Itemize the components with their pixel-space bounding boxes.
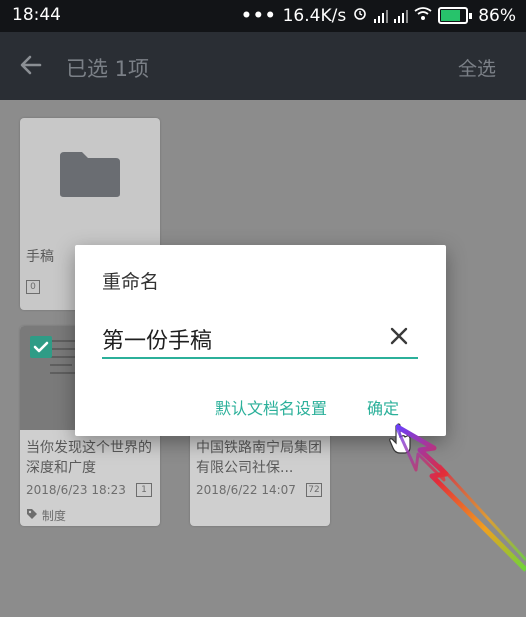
signal-icon	[374, 9, 389, 23]
battery-percent: 86%	[478, 5, 516, 26]
alarm-icon	[352, 5, 368, 26]
folder-icon	[58, 150, 122, 198]
dialog-title: 重命名	[102, 271, 160, 293]
document-title: 中国铁路南宁局集团有限公司社保...	[196, 440, 322, 476]
default-name-settings-button[interactable]: 默认文档名设置	[215, 395, 327, 419]
selected-checkbox[interactable]	[30, 336, 52, 358]
tag-icon	[27, 509, 37, 519]
folder-count-badge: 0	[26, 280, 40, 294]
rename-input-field[interactable]: 第一份手稿	[102, 321, 418, 359]
confirm-button[interactable]: 确定	[367, 395, 399, 419]
document-tag-label: 制度	[41, 509, 66, 523]
folder-label: 手稿	[26, 249, 54, 265]
network-speed: 16.4K/s	[282, 5, 347, 26]
document-date: 2018/6/22 14:07	[196, 483, 296, 497]
document-date: 2018/6/23 18:23	[26, 483, 126, 497]
select-all-button[interactable]: 全选	[458, 54, 496, 81]
document-page-count: 72	[306, 483, 322, 497]
status-bar: 18:44 ••• 16.4K/s 86%	[0, 0, 526, 32]
more-notifications-icon: •••	[241, 5, 277, 26]
wifi-icon	[414, 6, 432, 26]
battery-icon	[438, 7, 473, 24]
document-tag: 制度	[26, 507, 66, 524]
clear-icon[interactable]	[390, 327, 408, 345]
signal-icon-2	[394, 9, 409, 23]
rename-input-value[interactable]: 第一份手稿	[102, 323, 212, 355]
status-right-group: ••• 16.4K/s 86%	[241, 5, 516, 26]
document-page-count: 1	[136, 483, 152, 497]
document-title: 当你发现这个世界的深度和广度	[26, 440, 152, 476]
back-arrow-icon[interactable]	[18, 52, 44, 78]
annotation-arrow-icon	[394, 420, 526, 613]
selection-count-title: 已选 1项	[66, 57, 150, 81]
rename-dialog: 重命名 第一份手稿 默认文档名设置 确定	[75, 245, 446, 436]
selection-toolbar: 已选 1项 全选	[0, 32, 526, 100]
status-time: 18:44	[12, 5, 61, 25]
